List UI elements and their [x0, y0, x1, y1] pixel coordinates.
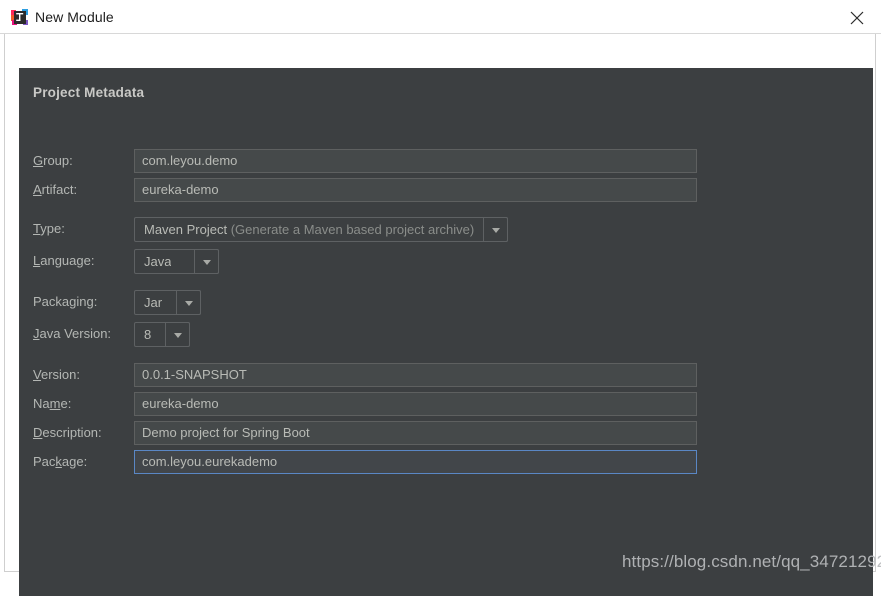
input-group[interactable]: com.leyou.demo — [134, 149, 697, 173]
chevron-down-glyph — [173, 332, 182, 338]
label-type: Type: — [33, 221, 65, 236]
dialog-content: Project Metadata Group: com.leyou.demo Art… — [19, 68, 873, 596]
title-bar: New Module — [0, 0, 881, 34]
label-package: Package: — [33, 454, 88, 469]
input-package[interactable]: com.leyou.eurekademo — [134, 450, 697, 474]
combo-language[interactable]: Java — [134, 249, 219, 274]
chevron-down-glyph — [491, 227, 500, 233]
dialog-frame: Project Metadata Group: com.leyou.demo Art… — [4, 34, 876, 596]
combo-value-type: Maven Project (Generate a Maven based pr… — [144, 222, 475, 237]
combo-value-language: Java — [144, 254, 172, 269]
label-name: Name: — [33, 396, 72, 411]
input-artifact[interactable]: eureka-demo — [134, 178, 697, 202]
chevron-down-icon[interactable] — [165, 322, 190, 347]
input-description[interactable]: Demo project for Spring Boot — [134, 421, 697, 445]
combo-packaging[interactable]: Jar — [134, 290, 201, 315]
label-java-version: Java Version: — [33, 326, 112, 341]
input-version[interactable]: 0.0.1-SNAPSHOT — [134, 363, 697, 387]
chevron-down-glyph — [202, 259, 211, 265]
combo-type[interactable]: Maven Project (Generate a Maven based pr… — [134, 217, 508, 242]
intellij-idea-icon — [11, 9, 28, 26]
chevron-down-glyph — [184, 300, 193, 306]
watermark-url: https://blog.csdn.net/qq_34721292 — [622, 552, 881, 571]
label-description: Description: — [33, 425, 102, 440]
input-name[interactable]: eureka-demo — [134, 392, 697, 416]
new-module-dialog: Project Metadata Group: com.leyou.demo Art… — [19, 68, 873, 596]
combo-value-java-version: 8 — [144, 327, 152, 342]
new-module-window: New Module Project Metadata Group: com.le… — [0, 0, 881, 596]
window-title: New Module — [35, 9, 114, 25]
close-icon[interactable] — [835, 0, 879, 33]
chevron-down-icon[interactable] — [176, 290, 201, 315]
label-group: Group: — [33, 153, 73, 168]
label-language: Language: — [33, 253, 95, 268]
chevron-down-icon[interactable] — [483, 217, 508, 242]
section-title-project-metadata: Project Metadata — [33, 85, 145, 100]
label-packaging: Packaging: — [33, 294, 98, 309]
chevron-down-icon[interactable] — [194, 249, 219, 274]
label-artifact: Artifact: — [33, 182, 78, 197]
combo-value-packaging: Jar — [144, 295, 163, 310]
combo-java-version[interactable]: 8 — [134, 322, 190, 347]
label-version: Version: — [33, 367, 80, 382]
